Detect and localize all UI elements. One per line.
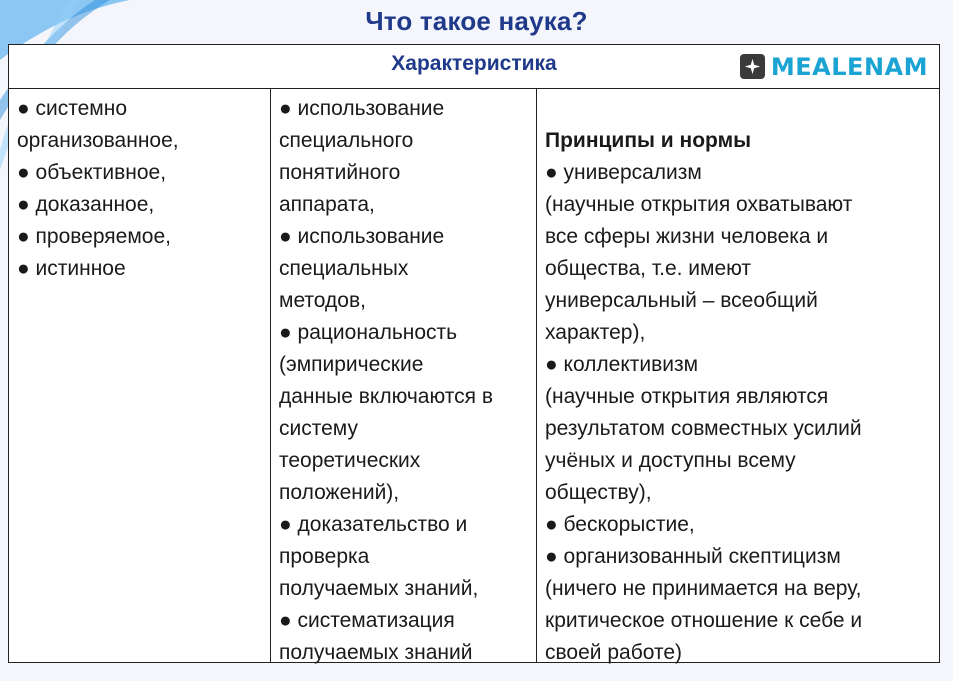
principles-heading: Принципы и нормы <box>545 129 752 152</box>
column-properties: ● системно организованное, ● объективное… <box>9 89 271 662</box>
brand-logo: MEALENAM <box>739 52 928 81</box>
page-title: Что такое наука? <box>365 6 588 36</box>
column-methods: ● использование специального понятийного… <box>271 89 537 664</box>
column-principles: Принципы и нормы ● универсализм (научные … <box>537 89 939 664</box>
table-header: Характеристика MEALENAM <box>9 45 939 89</box>
logo-text: MEALENAM <box>770 52 928 81</box>
principles-text: ● универсализм (научные открытия охватыв… <box>545 161 863 664</box>
characteristics-table: Характеристика MEALENAM ● системно орган… <box>8 44 940 664</box>
logo-star-icon <box>739 54 765 79</box>
